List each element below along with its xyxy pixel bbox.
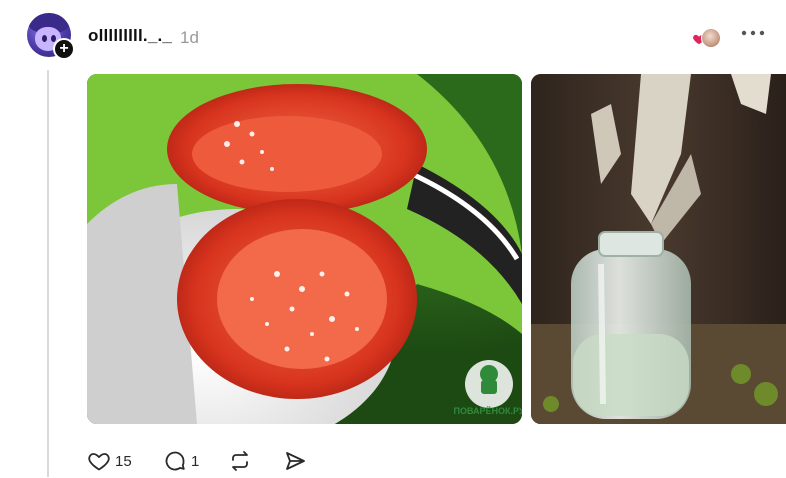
heart-outline-icon	[88, 453, 110, 471]
avatar-eye	[42, 35, 47, 42]
like-button[interactable]: 15	[87, 448, 132, 474]
like-count: 15	[115, 452, 132, 470]
thread-line	[47, 70, 49, 477]
post-image-birch-sap[interactable]	[531, 74, 786, 424]
comment-bubble-icon	[165, 451, 185, 471]
share-button[interactable]	[283, 448, 307, 474]
post-image-tomato[interactable]: ПОВАРЁНОК.РУ	[87, 74, 522, 424]
post-timestamp[interactable]: 1d	[180, 28, 199, 48]
reply-count: 1	[191, 452, 200, 470]
reply-button[interactable]: 1	[163, 448, 199, 474]
ellipsis-icon	[741, 30, 765, 36]
more-options-button[interactable]	[738, 26, 768, 46]
author-username[interactable]: olllllllll._._	[88, 26, 172, 46]
liked-by-avatars[interactable]	[692, 28, 722, 48]
watermark-text: ПОВАРЁНОК.РУ	[453, 406, 522, 416]
follow-plus-icon[interactable]: +	[53, 38, 75, 60]
repost-icon	[232, 451, 248, 471]
birch-sap-jar-photo-icon	[531, 74, 786, 424]
tomato-photo-icon: ПОВАРЁНОК.РУ	[87, 74, 522, 424]
send-icon	[286, 452, 305, 470]
repost-button[interactable]	[228, 448, 252, 474]
liker-avatar	[701, 28, 721, 48]
